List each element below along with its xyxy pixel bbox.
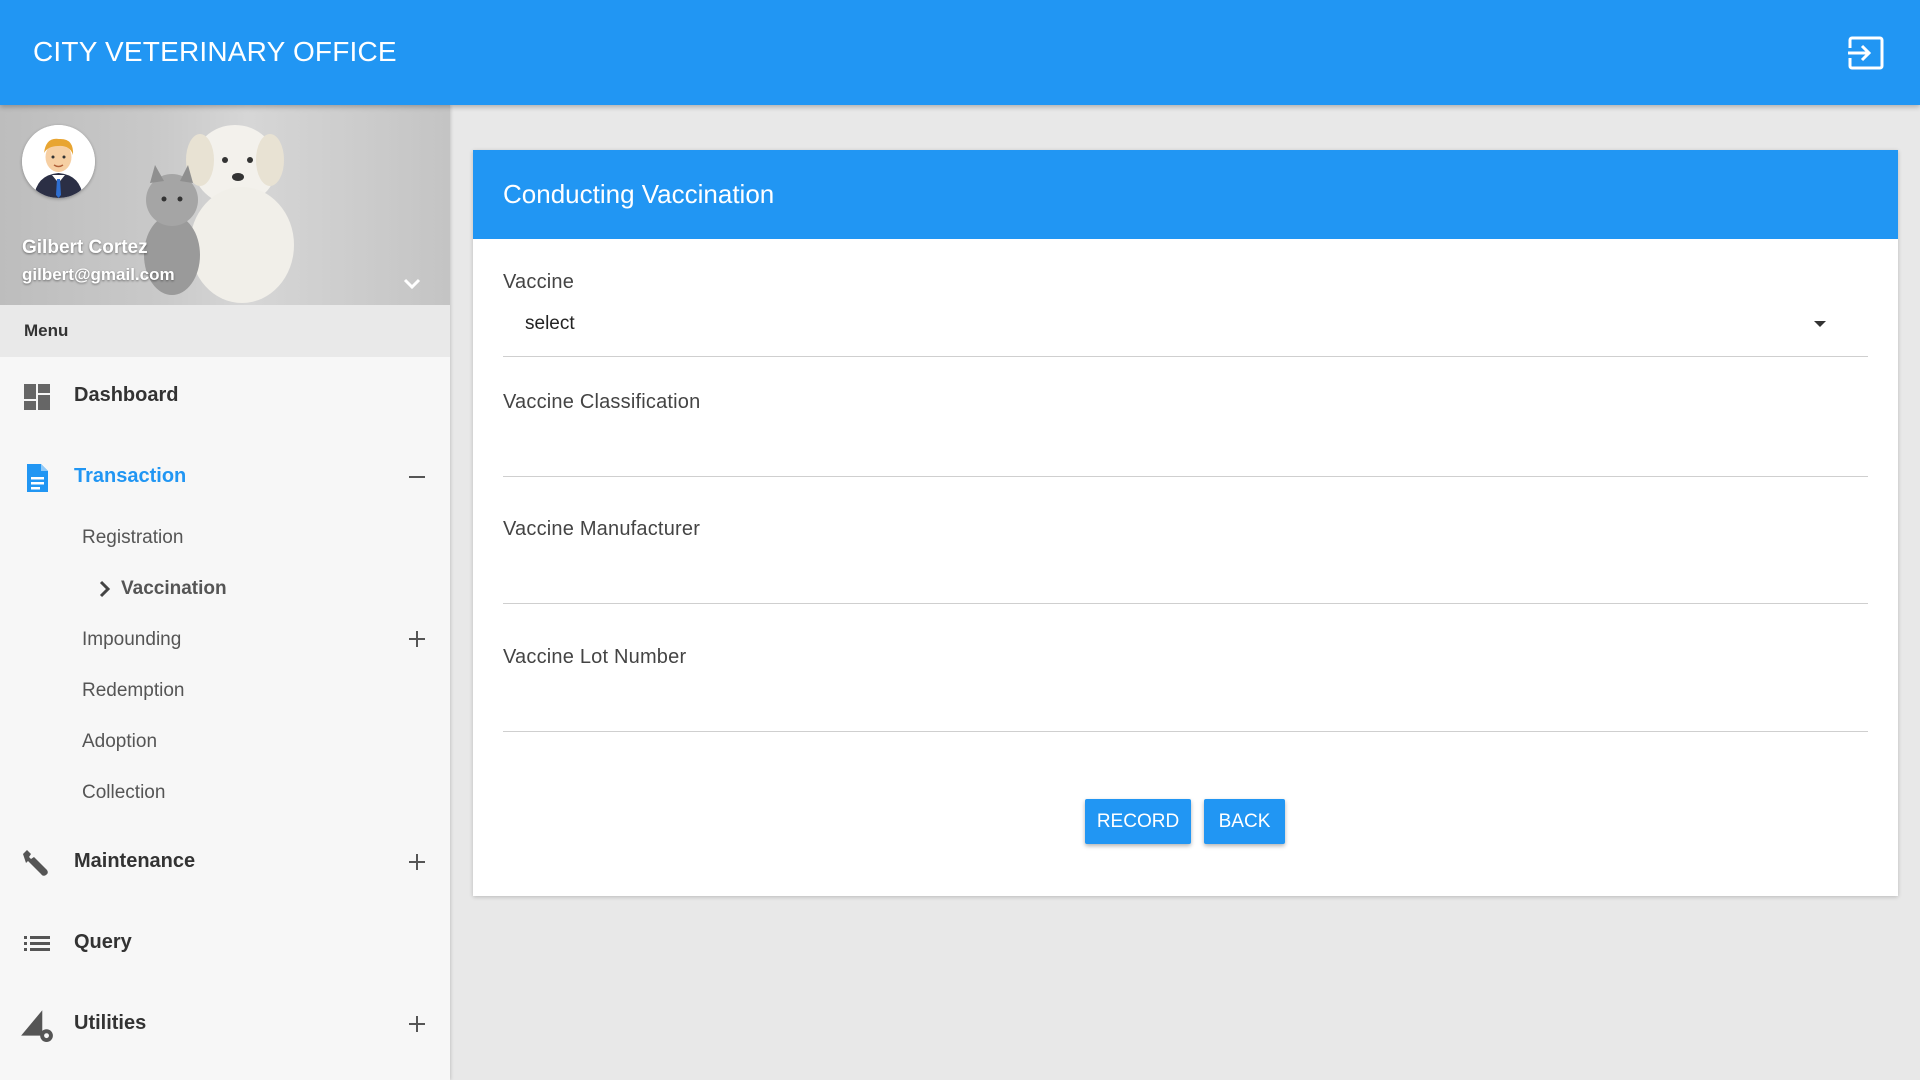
sidebar-item-label: Utilities	[74, 1012, 147, 1034]
sidebar-subitem-registration[interactable]: Registration	[0, 515, 450, 561]
chevron-right-icon	[99, 580, 111, 598]
lot-number-label: Vaccine Lot Number	[503, 646, 687, 668]
user-email: gilbert@gmail.com	[22, 265, 175, 284]
exit-to-app-icon[interactable]	[1848, 36, 1886, 70]
sidebar-item-maintenance[interactable]: Maintenance	[0, 832, 450, 892]
sidebar-subitem-label: Impounding	[82, 629, 182, 650]
sidebar-subitem-redemption[interactable]: Redemption	[0, 668, 450, 714]
vaccine-field: Vaccine select	[503, 271, 1868, 391]
sidebar-subitem-adoption[interactable]: Adoption	[0, 719, 450, 765]
vaccine-select-value: select	[525, 313, 575, 334]
sidebar-item-label: Dashboard	[74, 384, 179, 406]
sidebar-subitem-collection[interactable]: Collection	[0, 770, 450, 816]
caret-down-icon	[1814, 321, 1826, 327]
lot-number-input[interactable]	[503, 686, 1868, 724]
top-app-bar: CITY VETERINARY OFFICE	[0, 0, 1920, 105]
document-icon	[27, 464, 48, 492]
sidebar-item-label: Transaction	[74, 465, 187, 487]
sidebar-subitem-impounding[interactable]: Impounding	[0, 617, 450, 663]
card-header: Conducting Vaccination	[473, 150, 1898, 239]
expand-plus-icon[interactable]	[408, 1015, 426, 1033]
field-underline	[503, 356, 1868, 357]
field-underline	[503, 731, 1868, 732]
list-icon	[24, 936, 50, 951]
sidebar-subitem-label: Adoption	[82, 731, 158, 752]
vaccine-select[interactable]: select	[503, 299, 1868, 345]
sidebar-subitem-label: Collection	[82, 782, 166, 803]
lot-number-field: Vaccine Lot Number	[503, 646, 1868, 766]
sidebar-item-label: Query	[74, 931, 132, 953]
sidebar-item-label: Maintenance	[74, 850, 196, 872]
classification-field: Vaccine Classification	[503, 391, 1868, 511]
field-underline	[503, 603, 1868, 604]
field-underline	[503, 476, 1868, 477]
dashboard-icon	[24, 384, 50, 410]
classification-input[interactable]	[503, 431, 1868, 469]
avatar[interactable]	[22, 125, 95, 198]
collapse-minus-icon[interactable]	[408, 468, 426, 486]
sidebar-item-transaction[interactable]: Transaction	[0, 447, 450, 507]
classification-label: Vaccine Classification	[503, 391, 701, 413]
form-title: Conducting Vaccination	[503, 179, 775, 209]
expand-plus-icon[interactable]	[408, 853, 426, 871]
profile-header: Gilbert Cortez gilbert@gmail.com	[0, 105, 450, 305]
sidebar-subitem-vaccination[interactable]: Vaccination	[0, 566, 450, 612]
chevron-down-icon[interactable]	[402, 277, 422, 293]
utilities-icon	[21, 1010, 53, 1042]
menu-header: Menu	[0, 305, 450, 357]
sidebar-subitem-label: Registration	[82, 527, 184, 548]
sidebar-subitem-label: Vaccination	[121, 578, 227, 599]
manufacturer-input[interactable]	[503, 558, 1868, 596]
manufacturer-field: Vaccine Manufacturer	[503, 518, 1868, 638]
sidebar: Gilbert Cortez gilbert@gmail.com Menu Da…	[0, 105, 450, 1080]
sidebar-subitem-label: Redemption	[82, 680, 185, 701]
sidebar-item-utilities[interactable]: Utilities	[0, 994, 450, 1054]
wrench-icon	[23, 850, 48, 876]
sidebar-item-dashboard[interactable]: Dashboard	[0, 366, 450, 426]
app-title: CITY VETERINARY OFFICE	[33, 36, 397, 67]
user-name: Gilbert Cortez	[22, 237, 148, 258]
manufacturer-label: Vaccine Manufacturer	[503, 518, 701, 540]
record-button[interactable]: RECORD	[1085, 799, 1191, 844]
expand-plus-icon[interactable]	[408, 630, 426, 648]
back-button[interactable]: BACK	[1204, 799, 1285, 844]
sidebar-item-query[interactable]: Query	[0, 913, 450, 973]
vaccination-form-card: Conducting Vaccination Vaccine select Va…	[473, 150, 1898, 896]
vaccine-label: Vaccine	[503, 271, 575, 293]
